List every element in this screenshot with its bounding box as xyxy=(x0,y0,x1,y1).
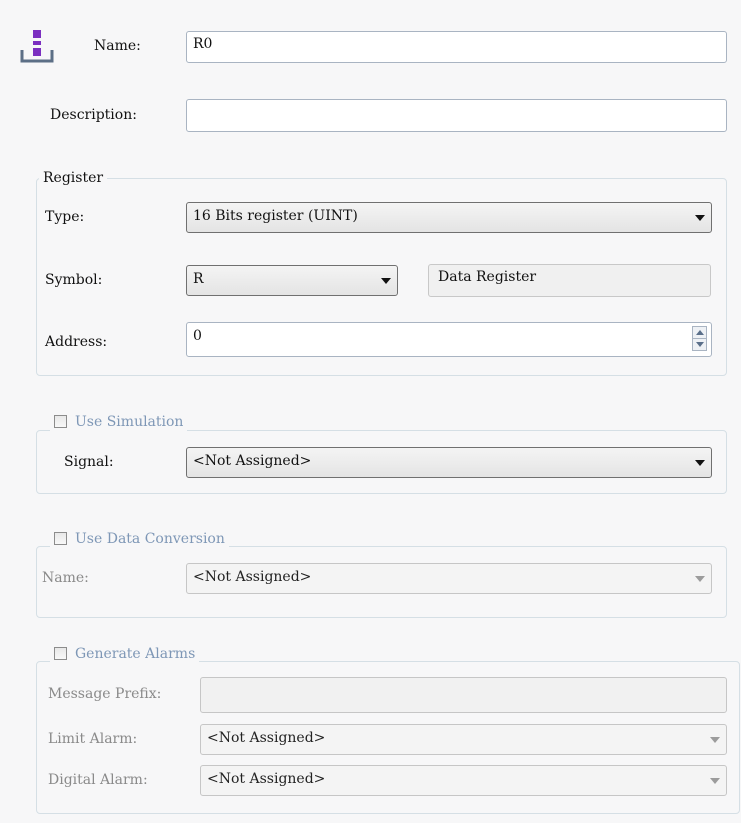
symbol-description: Data Register xyxy=(428,264,711,297)
signal-select[interactable]: <Not Assigned> xyxy=(186,447,712,478)
address-input[interactable]: 0 xyxy=(186,322,712,357)
description-field[interactable] xyxy=(186,99,727,132)
message-prefix-field[interactable] xyxy=(200,677,727,713)
limit-alarm-label: Limit Alarm: xyxy=(48,731,138,747)
use-data-conversion-label: Use Data Conversion xyxy=(75,531,225,547)
use-data-conversion-checkbox[interactable] xyxy=(54,532,67,545)
digital-alarm-label: Digital Alarm: xyxy=(48,772,148,788)
address-spinner[interactable] xyxy=(692,326,707,351)
chevron-down-icon xyxy=(710,736,720,743)
digital-alarm-select-value: <Not Assigned> xyxy=(207,771,326,787)
symbol-select[interactable]: R xyxy=(186,265,398,296)
limit-alarm-select-value: <Not Assigned> xyxy=(207,730,326,746)
type-select[interactable]: 16 Bits register (UINT) xyxy=(186,202,712,233)
chevron-down-icon xyxy=(695,214,705,221)
name-field[interactable]: R0 xyxy=(186,31,727,63)
conversion-name-label: Name: xyxy=(42,570,89,586)
alarms-legend[interactable]: Generate Alarms xyxy=(50,645,200,663)
chevron-down-icon xyxy=(695,459,705,466)
limit-alarm-select[interactable]: <Not Assigned> xyxy=(200,724,727,755)
address-label: Address: xyxy=(45,334,108,350)
simulation-legend[interactable]: Use Simulation xyxy=(50,413,188,431)
chevron-down-icon xyxy=(710,777,720,784)
digital-alarm-select[interactable]: <Not Assigned> xyxy=(200,765,727,796)
register-legend: Register xyxy=(39,169,108,187)
description-label: Description: xyxy=(50,107,137,123)
chevron-down-icon xyxy=(695,575,705,582)
register-tag-icon xyxy=(20,28,54,64)
conversion-legend[interactable]: Use Data Conversion xyxy=(50,530,229,548)
address-input-value: 0 xyxy=(193,328,202,344)
conversion-name-select[interactable]: <Not Assigned> xyxy=(186,563,712,594)
symbol-select-value: R xyxy=(193,271,204,287)
use-simulation-label: Use Simulation xyxy=(75,414,184,430)
type-label: Type: xyxy=(45,209,85,225)
generate-alarms-label: Generate Alarms xyxy=(75,646,196,662)
conversion-name-select-value: <Not Assigned> xyxy=(193,569,312,585)
spin-up-icon[interactable] xyxy=(696,330,704,335)
message-prefix-label: Message Prefix: xyxy=(48,686,162,702)
generate-alarms-checkbox[interactable] xyxy=(54,647,67,660)
signal-select-value: <Not Assigned> xyxy=(193,453,312,469)
name-label: Name: xyxy=(94,38,141,54)
signal-label: Signal: xyxy=(64,454,114,470)
chevron-down-icon xyxy=(381,277,391,284)
symbol-label: Symbol: xyxy=(45,272,103,288)
spin-down-icon[interactable] xyxy=(696,342,704,347)
use-simulation-checkbox[interactable] xyxy=(54,415,67,428)
type-select-value: 16 Bits register (UINT) xyxy=(193,208,358,224)
